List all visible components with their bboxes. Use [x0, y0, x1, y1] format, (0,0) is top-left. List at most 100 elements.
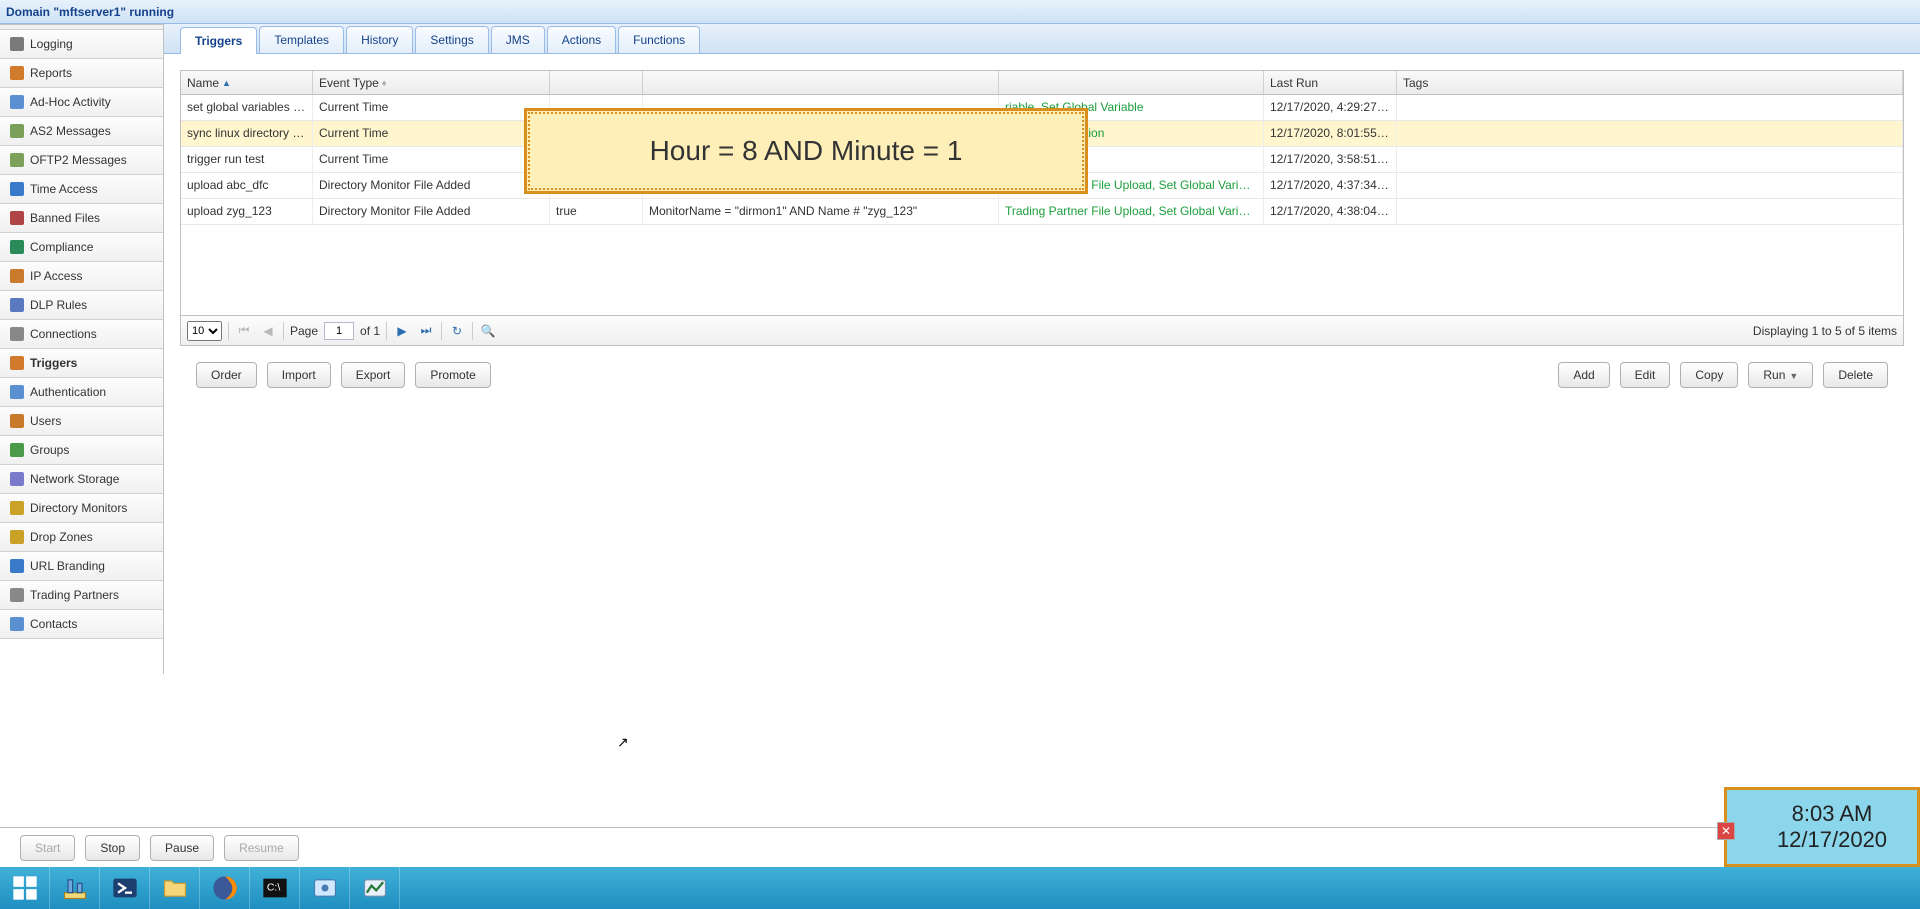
- task-app2[interactable]: [350, 867, 400, 909]
- col-actions[interactable]: [999, 71, 1264, 94]
- windows-taskbar: C:\: [0, 867, 1920, 909]
- domain-control-bar: StartStopPauseResume: [0, 827, 1920, 867]
- first-page-icon[interactable]: ⏮: [235, 322, 253, 340]
- run-button[interactable]: Run▼: [1748, 362, 1813, 388]
- col-expr[interactable]: [643, 71, 999, 94]
- sidebar-item-ip-access[interactable]: IP Access: [0, 262, 163, 291]
- add-button[interactable]: Add: [1558, 362, 1609, 388]
- sidebar-item-label: DLP Rules: [30, 291, 87, 320]
- order-button[interactable]: Order: [196, 362, 257, 388]
- sidebar-item-triggers[interactable]: Triggers: [0, 349, 163, 378]
- sidebar-item-contacts[interactable]: Contacts: [0, 610, 163, 639]
- sidebar-item-label: Groups: [30, 436, 69, 465]
- sidebar-item-banned-files[interactable]: Banned Files: [0, 204, 163, 233]
- sidebar-item-label: Trading Partners: [30, 581, 119, 610]
- col-name[interactable]: Name▲: [181, 71, 313, 94]
- page-input[interactable]: [324, 322, 354, 340]
- shield-icon: [10, 298, 24, 312]
- prev-page-icon[interactable]: ◀: [259, 322, 277, 340]
- tab-actions[interactable]: Actions: [547, 26, 616, 53]
- sidebar-item-label: Network Storage: [30, 465, 119, 494]
- tab-functions[interactable]: Functions: [618, 26, 700, 53]
- tab-history[interactable]: History: [346, 26, 413, 53]
- edit-button[interactable]: Edit: [1620, 362, 1671, 388]
- start-button[interactable]: [0, 867, 50, 909]
- tab-triggers[interactable]: Triggers: [180, 27, 257, 54]
- table-row[interactable]: upload zyg_123Directory Monitor File Add…: [181, 199, 1903, 225]
- sidebar-item-label: Directory Monitors: [30, 494, 127, 523]
- sidebar-item-label: Authentication: [30, 378, 106, 407]
- sidebar-item-users[interactable]: Users: [0, 407, 163, 436]
- sidebar-item-dlp-rules[interactable]: DLP Rules: [0, 291, 163, 320]
- compliance-icon: [10, 240, 24, 254]
- cell: Trading Partner File Upload, Set Global …: [999, 199, 1264, 224]
- sidebar-item-as2-messages[interactable]: AS2 Messages: [0, 117, 163, 146]
- sidebar-item-label: OFTP2 Messages: [30, 146, 127, 175]
- partner-icon: [10, 588, 24, 602]
- cell: trigger run test: [181, 147, 313, 172]
- sidebar-item-label: Banned Files: [30, 204, 100, 233]
- cell: Current Time: [313, 147, 550, 172]
- cell: sync linux directory wi…: [181, 121, 313, 146]
- sidebar-item-reports[interactable]: Reports: [0, 59, 163, 88]
- sidebar-item-trading-partners[interactable]: Trading Partners: [0, 581, 163, 610]
- copy-button[interactable]: Copy: [1680, 362, 1738, 388]
- page-size-select[interactable]: 10: [187, 321, 222, 341]
- col-event[interactable]: Event Type♦: [313, 71, 550, 94]
- col-tags[interactable]: Tags: [1397, 71, 1903, 94]
- next-page-icon[interactable]: ▶: [393, 322, 411, 340]
- ip-icon: [10, 269, 24, 283]
- sidebar-item-network-storage[interactable]: Network Storage: [0, 465, 163, 494]
- sidebar-item-label: Drop Zones: [30, 523, 93, 552]
- page-label: Page: [290, 324, 318, 338]
- tab-templates[interactable]: Templates: [259, 26, 344, 53]
- sidebar-item-url-branding[interactable]: URL Branding: [0, 552, 163, 581]
- tab-jms[interactable]: JMS: [491, 26, 545, 53]
- delete-button[interactable]: Delete: [1823, 362, 1888, 388]
- sidebar-item-logging[interactable]: Logging: [0, 30, 163, 59]
- cell: [1397, 173, 1903, 198]
- stop-button[interactable]: Stop: [85, 835, 140, 861]
- cell: 12/17/2020, 4:29:27 AM: [1264, 95, 1397, 120]
- promote-button[interactable]: Promote: [415, 362, 490, 388]
- import-button[interactable]: Import: [267, 362, 331, 388]
- sidebar-item-ad-hoc-activity[interactable]: Ad-Hoc Activity: [0, 88, 163, 117]
- search-icon[interactable]: 🔍: [479, 322, 497, 340]
- start-button: Start: [20, 835, 75, 861]
- cell: Directory Monitor File Added: [313, 199, 550, 224]
- sidebar-item-time-access[interactable]: Time Access: [0, 175, 163, 204]
- sidebar-item-label: Contacts: [30, 610, 77, 639]
- sidebar-item-drop-zones[interactable]: Drop Zones: [0, 523, 163, 552]
- task-powershell[interactable]: [100, 867, 150, 909]
- col-enabled[interactable]: [550, 71, 643, 94]
- task-explorer[interactable]: [50, 867, 100, 909]
- col-lastrun[interactable]: Last Run: [1264, 71, 1397, 94]
- tab-settings[interactable]: Settings: [415, 26, 488, 53]
- last-page-icon[interactable]: ⏭: [417, 322, 435, 340]
- cell: 12/17/2020, 3:58:51 AM: [1264, 147, 1397, 172]
- sidebar-item-groups[interactable]: Groups: [0, 436, 163, 465]
- sidebar-item-label: URL Branding: [30, 552, 105, 581]
- sidebar-item-oftp2-messages[interactable]: OFTP2 Messages: [0, 146, 163, 175]
- sidebar-item-compliance[interactable]: Compliance: [0, 233, 163, 262]
- sidebar-item-label: Triggers: [30, 349, 77, 378]
- sort-icon: ♦: [382, 78, 387, 88]
- sidebar-item-connections[interactable]: Connections: [0, 320, 163, 349]
- sidebar-item-authentication[interactable]: Authentication: [0, 378, 163, 407]
- cell: Current Time: [313, 95, 550, 120]
- trigger-icon: [10, 356, 24, 370]
- pause-button[interactable]: Pause: [150, 835, 214, 861]
- task-firefox[interactable]: [200, 867, 250, 909]
- connection-icon: [10, 327, 24, 341]
- task-app1[interactable]: [300, 867, 350, 909]
- clock-callout: ✕ 8:03 AM 12/17/2020: [1724, 787, 1920, 867]
- task-cmd[interactable]: C:\: [250, 867, 300, 909]
- refresh-icon[interactable]: ↻: [448, 322, 466, 340]
- sidebar-item-directory-monitors[interactable]: Directory Monitors: [0, 494, 163, 523]
- export-button[interactable]: Export: [341, 362, 406, 388]
- sidebar-item-label: Compliance: [30, 233, 93, 262]
- cell: true: [550, 199, 643, 224]
- task-files[interactable]: [150, 867, 200, 909]
- message-icon: [10, 153, 24, 167]
- sidebar: KeysLoggingReportsAd-Hoc ActivityAS2 Mes…: [0, 24, 164, 674]
